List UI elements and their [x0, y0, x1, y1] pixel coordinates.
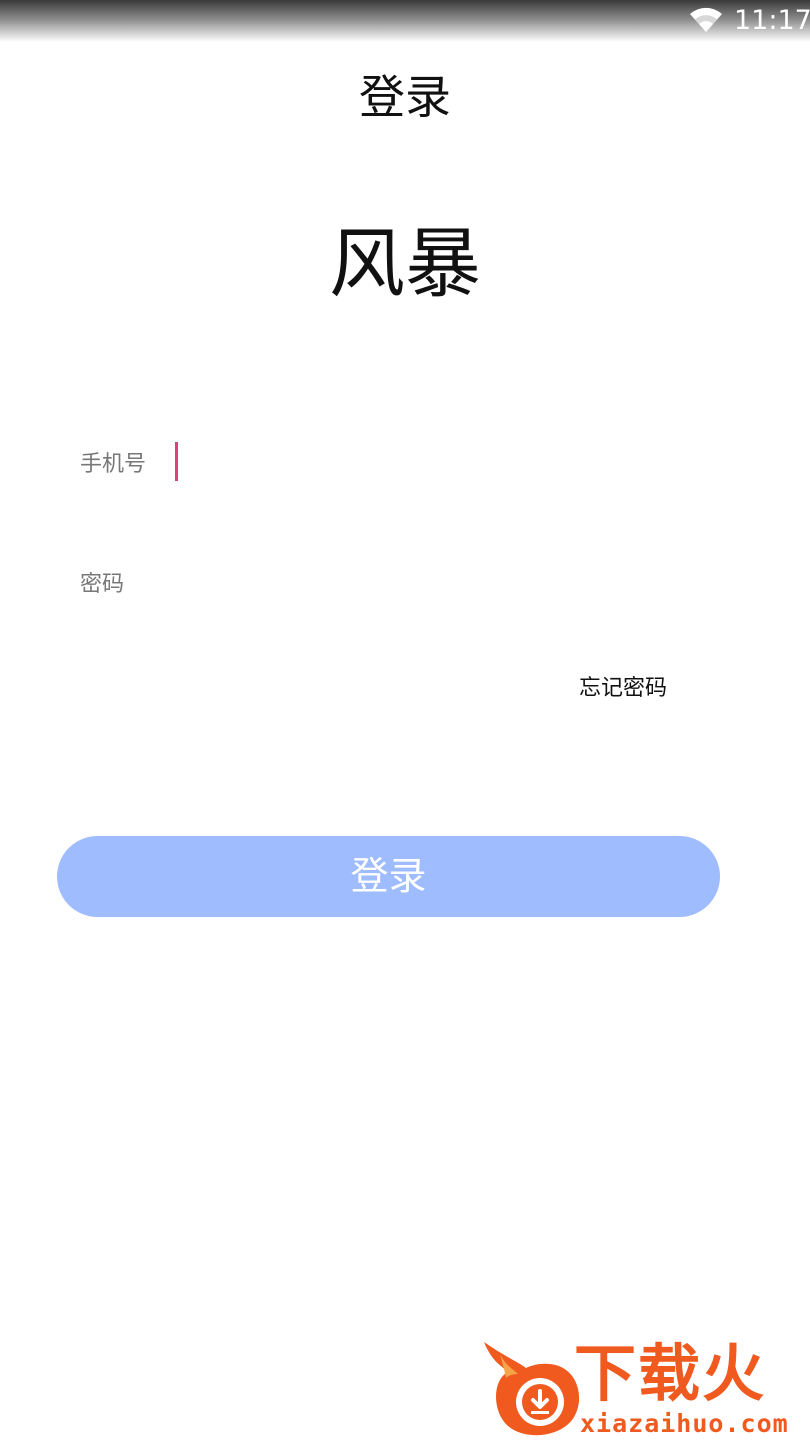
text-cursor: [175, 442, 178, 481]
watermark-text: 下载火: [574, 1337, 767, 1410]
forgot-password-link[interactable]: 忘记密码: [579, 672, 667, 706]
watermark: 下载火 xiazaihuo.com: [478, 1332, 810, 1440]
wifi-icon: [690, 7, 722, 33]
flame-logo-icon: [484, 1342, 580, 1436]
phone-input[interactable]: [170, 436, 730, 488]
app-name: 风暴: [329, 219, 481, 308]
password-label: 密码: [80, 572, 125, 597]
status-bar: 11:17: [0, 0, 810, 42]
password-input[interactable]: [170, 556, 730, 608]
watermark-url: xiazaihuo.com: [580, 1409, 789, 1438]
page-title: 登录: [359, 70, 451, 124]
phone-label: 手机号: [80, 452, 147, 477]
status-time: 11:17: [734, 5, 810, 36]
login-button[interactable]: 登录: [57, 836, 720, 917]
